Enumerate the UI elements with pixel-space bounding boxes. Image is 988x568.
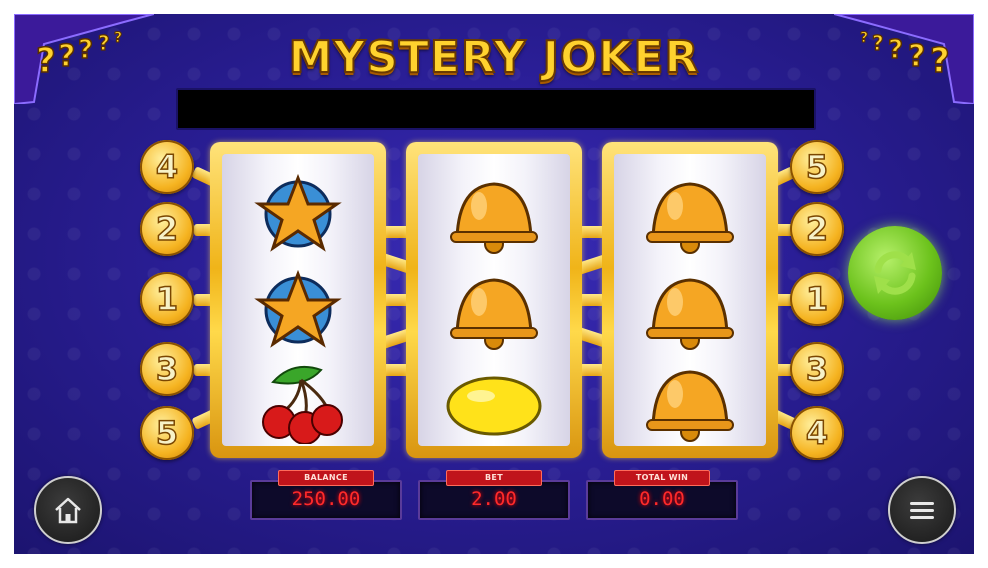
payline-badge-right[interactable]: 5 [790, 140, 844, 194]
total-win-value: 0.00 [639, 488, 685, 510]
reel-window [418, 154, 570, 446]
payline-badge-right[interactable]: 4 [790, 406, 844, 460]
reel-3 [602, 142, 778, 458]
total-win-display: 0.00 [586, 480, 738, 520]
hamburger-menu-icon [910, 502, 934, 519]
bet-panel[interactable]: 2.00 BET [418, 470, 570, 520]
bet-label: BET [446, 470, 542, 486]
bell-symbol [635, 360, 745, 444]
game-title: MYSTERY JOKER [288, 31, 700, 84]
balance-panel: 250.00 BALANCE [250, 470, 402, 520]
refresh-icon [874, 251, 916, 295]
reel-1 [210, 142, 386, 458]
reel-window [614, 154, 766, 446]
message-bar [176, 88, 816, 130]
bell-symbol [635, 172, 745, 256]
menu-button[interactable] [888, 476, 956, 544]
total-win-panel: 0.00 TOTAL WIN [586, 470, 738, 520]
reel-2 [406, 142, 582, 458]
payline-badge-right[interactable]: 1 [790, 272, 844, 326]
payline-badge-right[interactable]: 3 [790, 342, 844, 396]
star-symbol [243, 268, 353, 352]
bell-symbol [635, 268, 745, 352]
payline-badge-left[interactable]: 5 [140, 406, 194, 460]
payline-badge-left[interactable]: 4 [140, 140, 194, 194]
balance-display: 250.00 [250, 480, 402, 520]
bet-display[interactable]: 2.00 [418, 480, 570, 520]
lemon-symbol [439, 360, 549, 444]
bell-symbol [439, 172, 549, 256]
game-screen: ? ? ? ? ? ? ? ? ? ? MYSTERY JOKER 4 2 1 … [14, 14, 974, 554]
cherries-symbol [243, 360, 353, 444]
spin-button[interactable] [848, 226, 942, 320]
payline-badge-left[interactable]: 3 [140, 342, 194, 396]
payline-badge-left[interactable]: 1 [140, 272, 194, 326]
bell-symbol [439, 268, 549, 352]
home-button[interactable] [34, 476, 102, 544]
home-icon [55, 497, 81, 524]
balance-value: 250.00 [291, 488, 361, 510]
balance-label: BALANCE [278, 470, 374, 486]
total-win-label: TOTAL WIN [614, 470, 710, 486]
reel-window [222, 154, 374, 446]
bet-value: 2.00 [471, 488, 517, 510]
payline-badge-right[interactable]: 2 [790, 202, 844, 256]
payline-badge-left[interactable]: 2 [140, 202, 194, 256]
star-symbol [243, 172, 353, 256]
